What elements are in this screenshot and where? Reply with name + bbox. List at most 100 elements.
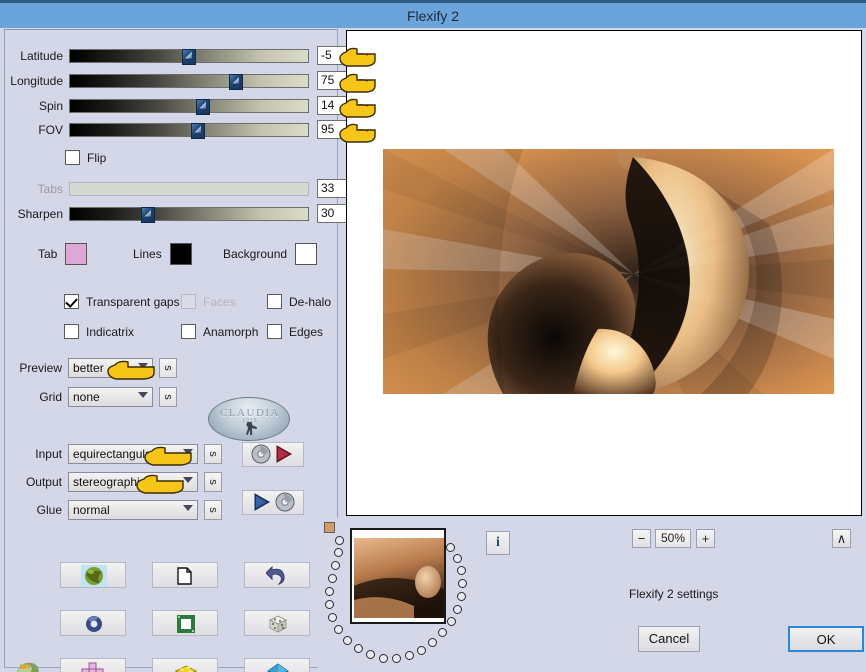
output-s-button[interactable]: s xyxy=(204,472,222,492)
ring-dot[interactable] xyxy=(334,548,343,557)
slider-track-spin[interactable] xyxy=(69,98,309,115)
slider-track-tabs xyxy=(69,181,309,196)
slider-value-sharpen[interactable]: 30 xyxy=(317,204,347,223)
ring-dot[interactable] xyxy=(458,579,467,588)
color-swatch-tab[interactable] xyxy=(65,243,88,265)
input-s-button[interactable]: s xyxy=(204,444,222,464)
pages-icon xyxy=(177,567,192,585)
preview-s-button[interactable]: s xyxy=(159,358,177,378)
ring-dot[interactable] xyxy=(328,574,337,583)
green-bud-icon xyxy=(17,662,39,672)
grid-dropdown[interactable]: none xyxy=(68,387,153,407)
flip-checkbox-row[interactable]: Flip xyxy=(65,150,106,165)
gem-button[interactable] xyxy=(244,658,310,672)
transparent-gaps-label: Transparent gaps xyxy=(86,294,180,309)
slider-thumb-spin[interactable] xyxy=(196,98,211,115)
slider-track-latitude[interactable] xyxy=(69,48,309,65)
preview-panel[interactable] xyxy=(346,30,862,516)
grid-s-button[interactable]: s xyxy=(159,387,177,407)
ring-dot[interactable] xyxy=(447,617,456,626)
checkbox-row-anamorph[interactable]: Anamorph xyxy=(181,324,258,339)
output-dropdown[interactable]: stereographic xyxy=(68,472,198,492)
slider-thumb-longitude[interactable] xyxy=(229,73,244,90)
preview-dropdown[interactable]: better xyxy=(68,358,153,378)
slider-track-fov[interactable] xyxy=(69,122,309,139)
slider-value-fov[interactable]: 95 xyxy=(317,120,347,139)
collapse-button[interactable]: ∧ xyxy=(832,529,851,548)
ring-dot[interactable] xyxy=(379,654,388,663)
ring-dot[interactable] xyxy=(457,592,466,601)
ring-dot[interactable] xyxy=(354,644,363,653)
chevron-down-icon xyxy=(183,449,193,455)
dropdown-label-preview: Preview xyxy=(19,361,62,375)
info-button[interactable]: i xyxy=(486,531,510,555)
frame-button[interactable] xyxy=(152,610,218,636)
input-dropdown[interactable]: equirectangular xyxy=(68,444,198,464)
indicatrix-checkbox[interactable] xyxy=(64,324,79,339)
chevron-down-icon xyxy=(138,363,148,369)
ring-dot[interactable] xyxy=(392,654,401,663)
claudia-logo: CLAUDIA 2015 xyxy=(208,397,290,441)
slider-row-spin: Spin 14 xyxy=(9,96,347,115)
ring-marker-square[interactable] xyxy=(324,522,335,533)
cross-button[interactable] xyxy=(60,658,126,672)
undo-button[interactable] xyxy=(244,562,310,588)
ring-dot[interactable] xyxy=(446,543,455,552)
slider-track-longitude[interactable] xyxy=(69,73,309,90)
ring-dot[interactable] xyxy=(331,561,340,570)
zoom-in-button[interactable]: + xyxy=(696,529,715,548)
brick-button[interactable] xyxy=(152,658,218,672)
save-settings-button[interactable] xyxy=(242,490,304,515)
glue-dropdown[interactable]: normal xyxy=(68,500,198,520)
ring-dot[interactable] xyxy=(328,613,337,622)
image-button[interactable] xyxy=(60,562,126,588)
ring-dot[interactable] xyxy=(335,536,344,545)
slider-value-latitude[interactable]: -5 xyxy=(317,46,347,65)
glue-s-button[interactable]: s xyxy=(204,500,222,520)
cross-net-icon xyxy=(81,662,104,672)
flip-checkbox[interactable] xyxy=(65,150,80,165)
transparent-gaps-checkbox[interactable] xyxy=(64,294,79,309)
ring-dot[interactable] xyxy=(325,587,334,596)
source-thumbnail[interactable] xyxy=(350,528,446,624)
zoom-level-value[interactable]: 50% xyxy=(655,529,691,548)
checkbox-row-edges[interactable]: Edges xyxy=(267,324,323,339)
slider-value-spin[interactable]: 14 xyxy=(317,96,347,115)
edges-checkbox[interactable] xyxy=(267,324,282,339)
random-button[interactable] xyxy=(244,610,310,636)
load-settings-button[interactable] xyxy=(242,442,304,467)
ok-button[interactable]: OK xyxy=(788,626,864,652)
ring-dot[interactable] xyxy=(417,646,426,655)
ring-dot[interactable] xyxy=(453,554,462,563)
ring-dot[interactable] xyxy=(343,636,352,645)
ring-dot[interactable] xyxy=(405,651,414,660)
slider-thumb-fov[interactable] xyxy=(191,122,206,139)
slider-value-longitude[interactable]: 75 xyxy=(317,71,347,90)
slider-thumb-latitude[interactable] xyxy=(181,48,196,65)
checkbox-row-transparent-gaps[interactable]: Transparent gaps xyxy=(64,294,180,309)
status-text: Flexify 2 settings xyxy=(629,587,719,601)
slider-value-tabs[interactable]: 33 xyxy=(317,179,347,198)
ring-dot[interactable] xyxy=(453,605,462,614)
ring-button[interactable] xyxy=(60,610,126,636)
copy-button[interactable] xyxy=(152,562,218,588)
color-swatch-background[interactable] xyxy=(295,243,318,265)
grid-dropdown-value: none xyxy=(73,390,100,404)
slider-thumb-sharpen[interactable] xyxy=(141,206,156,223)
ring-dot[interactable] xyxy=(438,628,447,637)
ring-dot[interactable] xyxy=(428,638,437,647)
ring-dot[interactable] xyxy=(457,566,466,575)
slider-track-sharpen[interactable] xyxy=(69,206,309,223)
checkbox-row-de-halo[interactable]: De-halo xyxy=(267,294,331,309)
de-halo-checkbox[interactable] xyxy=(267,294,282,309)
tab-ring-selector[interactable] xyxy=(318,518,478,666)
ring-dot[interactable] xyxy=(366,650,375,659)
anamorph-checkbox[interactable] xyxy=(181,324,196,339)
checkbox-row-indicatrix[interactable]: Indicatrix xyxy=(64,324,134,339)
cancel-button[interactable]: Cancel xyxy=(638,626,700,652)
blue-gem-icon xyxy=(267,663,289,672)
zoom-out-button[interactable]: − xyxy=(632,529,651,548)
ring-dot[interactable] xyxy=(325,600,334,609)
color-swatch-lines[interactable] xyxy=(169,243,192,265)
ring-dot[interactable] xyxy=(334,625,343,634)
